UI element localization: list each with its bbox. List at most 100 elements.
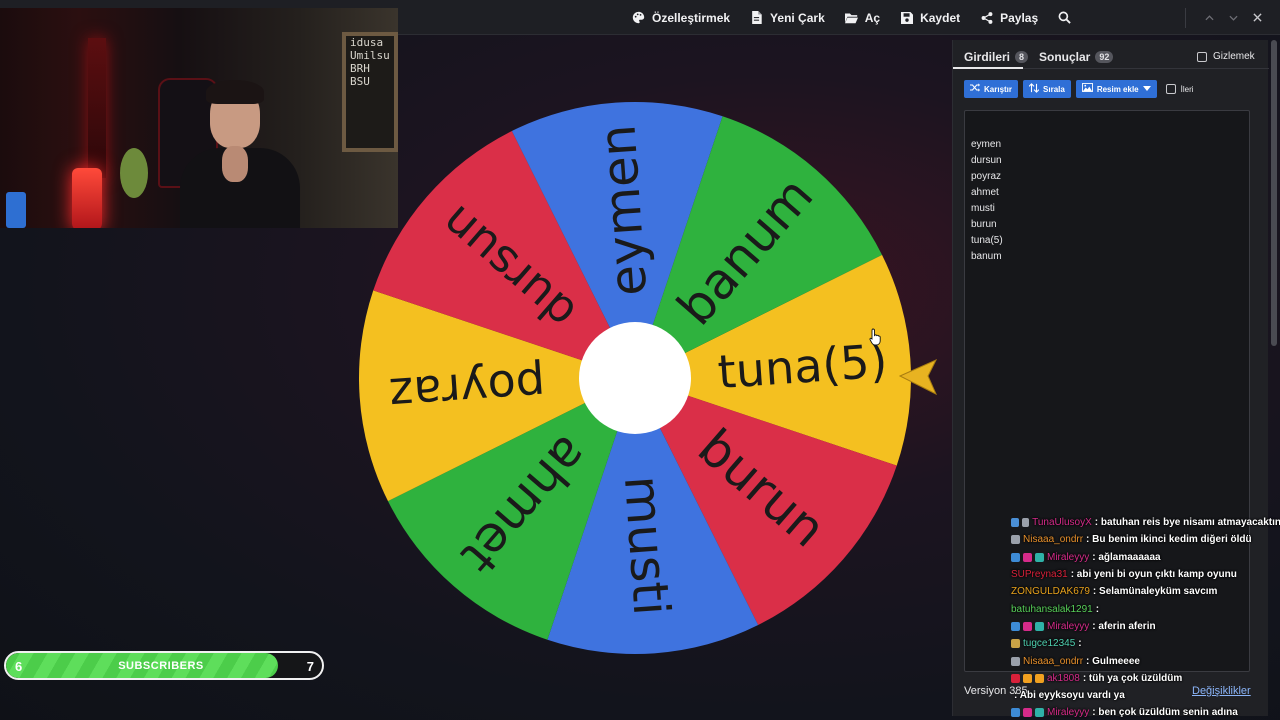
shuffle-icon — [970, 83, 980, 95]
hide-checkbox[interactable]: Gizlemek — [1197, 51, 1255, 62]
chat-badge-icon — [1011, 708, 1020, 718]
chat-badge-icon — [1023, 673, 1032, 683]
webcam-streamer-hair — [206, 80, 264, 104]
webcam-can — [6, 192, 26, 228]
sort-button[interactable]: Sırala — [1023, 80, 1071, 98]
advanced-checkbox[interactable]: İleri — [1165, 84, 1194, 94]
tab-entries-count: 8 — [1015, 51, 1029, 63]
chat-username: Nisaaa_ondrr — [1023, 655, 1084, 667]
chat-badge-icon — [1023, 552, 1032, 562]
chat-text: : Abi eyyksoyu vardı ya — [1014, 690, 1125, 702]
chat-message: Nisaaa_ondrr: Gulmeeee — [1011, 652, 1280, 669]
chat-text: : Selamünaleyküm savcım — [1092, 586, 1218, 598]
chalkboard-line: BRH — [350, 62, 370, 75]
wheel-center-hub[interactable] — [579, 322, 691, 434]
chat-username: batuhansalak1291 — [1011, 603, 1093, 615]
webcam-lamp — [72, 168, 102, 228]
add-image-label: Resim ekle — [1096, 84, 1139, 94]
spin-wheel[interactable]: tuna(5) burun musti ahmet poyraz dursun eymen b… — [355, 100, 915, 656]
chat-badge-icon — [1035, 673, 1044, 683]
tab-results-label: Sonuçlar — [1039, 50, 1091, 64]
chat-text: : batuhan reis bye nisamı atmayacaktın — [1094, 517, 1280, 529]
wheel-segment-label: eymen — [588, 123, 658, 298]
chat-badge-icon — [1011, 656, 1020, 666]
chevron-up-icon[interactable] — [1204, 13, 1214, 23]
sort-icon — [1028, 82, 1040, 96]
chat-text: : — [1095, 603, 1100, 615]
chat-badge-icon — [1011, 621, 1020, 631]
webcam-plant — [120, 148, 148, 198]
advanced-checkbox-label: İleri — [1180, 84, 1194, 94]
chat-message: Miraleyyy: ağlamaaaaaa — [1011, 549, 1280, 566]
search-button[interactable] — [1058, 11, 1071, 24]
chat-badge-icon — [1011, 552, 1020, 562]
chat-text: : ben çok üzüldüm senin adına — [1092, 707, 1238, 719]
new-wheel-button[interactable]: Yeni Çark — [750, 11, 825, 25]
customize-button[interactable]: Özelleştirmek — [632, 11, 730, 25]
chat-message: tugce12345: — [1011, 635, 1280, 652]
chat-username: Miraleyyy — [1047, 620, 1090, 632]
chat-overlay: TunaUlusoyX: batuhan reis bye nisamı atm… — [1011, 514, 1280, 720]
entry-line: burun — [971, 219, 997, 230]
new-wheel-label: Yeni Çark — [770, 10, 825, 25]
chat-username: tugce12345 — [1023, 638, 1076, 650]
panel-tabs: Girdileri 8 Sonuçlar 92 Gizlemek — [953, 40, 1269, 69]
entry-line: musti — [971, 203, 995, 214]
search-icon — [1058, 11, 1071, 24]
open-button[interactable]: Aç — [844, 11, 880, 25]
file-icon — [750, 11, 763, 24]
chat-username: Nisaaa_ondrr — [1023, 534, 1084, 546]
shuffle-button[interactable]: Karıştır — [964, 80, 1019, 98]
share-label: Paylaş — [1000, 10, 1039, 25]
chat-badge-icon — [1035, 621, 1044, 631]
tab-results[interactable]: Sonuçlar 92 — [1039, 50, 1114, 64]
customize-label: Özelleştirmek — [652, 10, 731, 25]
hide-checkbox-label: Gizlemek — [1213, 51, 1255, 62]
chalkboard-line: BSU — [350, 75, 370, 88]
chat-username: ak1808 — [1047, 672, 1080, 684]
chat-badge-icon — [1035, 708, 1044, 718]
toolbar-menu: Özelleştirmek Yeni Çark Aç Kaydet Paylaş — [632, 0, 1091, 35]
chalkboard-line: Umilsu — [350, 49, 390, 62]
chat-message: batuhansalak1291: — [1011, 600, 1280, 617]
wheel-pointer-icon — [898, 356, 940, 398]
close-icon[interactable] — [1252, 13, 1262, 23]
chat-badge-icon — [1011, 639, 1020, 649]
sort-label: Sırala — [1043, 84, 1065, 94]
chat-username: Miraleyyy — [1047, 707, 1090, 719]
hide-checkbox-box[interactable] — [1197, 51, 1207, 62]
chat-message: SUPreyna31: abi yeni bi oyun çıktı kamp … — [1011, 566, 1280, 583]
wheel-graphic[interactable]: tuna(5)burunmustiahmetpoyrazdursun eymen b… — [355, 100, 915, 656]
subscriber-label: SUBSCRIBERS — [118, 660, 204, 672]
window-controls — [1204, 0, 1262, 35]
tab-results-count: 92 — [1095, 51, 1114, 63]
tab-entries[interactable]: Girdileri 8 — [964, 50, 1029, 64]
shuffle-label: Karıştır — [984, 84, 1013, 94]
chat-badge-icon — [1021, 518, 1030, 528]
share-button[interactable]: Paylaş — [980, 11, 1038, 25]
folder-icon — [844, 11, 858, 24]
share-icon — [980, 11, 993, 24]
panel-scrollbar[interactable] — [1271, 40, 1277, 346]
chat-message: ZONGULDAK679: Selamünaleyküm savcım — [1011, 583, 1280, 600]
chat-badge-icon — [1023, 621, 1032, 631]
wheel-segment-label: poyraz — [388, 357, 547, 422]
save-button[interactable]: Kaydet — [900, 11, 960, 25]
add-image-button[interactable]: Resim ekle — [1075, 80, 1157, 98]
entry-line: dursun — [971, 155, 1002, 166]
webcam-overlay: idusa Umilsu BRH BSU — [0, 8, 398, 228]
entry-actions: Karıştır Sırala Resim ekle İleri — [964, 80, 1194, 98]
active-tab-indicator — [953, 67, 1023, 69]
entry-line: tuna(5) — [971, 235, 1003, 246]
save-label: Kaydet — [920, 10, 961, 25]
caret-down-icon — [1142, 84, 1151, 94]
chat-badge-icon — [1023, 708, 1032, 718]
entry-line: banum — [971, 251, 1002, 262]
entry-line: poyraz — [971, 171, 1002, 182]
image-icon — [1081, 83, 1093, 95]
chat-text: : Gulmeeee — [1086, 655, 1140, 667]
chat-badge-icon — [1011, 673, 1020, 683]
chevron-down-icon[interactable] — [1228, 13, 1238, 23]
chat-message: ak1808: tüh ya çok üzüldüm — [1011, 670, 1280, 687]
advanced-checkbox-box[interactable] — [1165, 84, 1176, 94]
